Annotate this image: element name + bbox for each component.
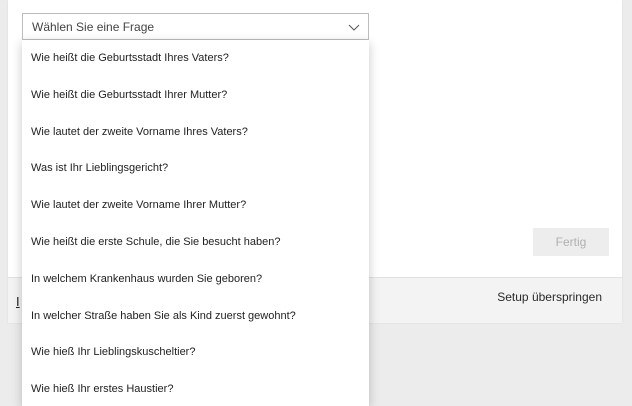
question-option[interactable]: Wie lautet der zweite Vorname Ihrer Mutt… xyxy=(22,187,369,224)
done-button[interactable]: Fertig xyxy=(533,228,609,256)
question-option[interactable]: In welcher Straße haben Sie als Kind zue… xyxy=(22,298,369,335)
question-option[interactable]: Wie hieß Ihr erstes Haustier? xyxy=(22,371,369,406)
question-option[interactable]: Was ist Ihr Lieblingsgericht? xyxy=(22,150,369,187)
select-placeholder: Wählen Sie eine Frage xyxy=(32,20,155,34)
question-option[interactable]: Wie heißt die Geburtsstadt Ihrer Mutter? xyxy=(22,77,369,114)
skip-setup-button[interactable]: Setup überspringen xyxy=(497,290,602,304)
question-option[interactable]: In welchem Krankenhaus wurden Sie gebore… xyxy=(22,261,369,298)
question-option[interactable]: Wie heißt die Geburtsstadt Ihres Vaters? xyxy=(22,40,369,77)
security-question-select[interactable]: Wählen Sie eine Frage xyxy=(22,13,369,40)
question-option[interactable]: Wie lautet der zweite Vorname Ihres Vate… xyxy=(22,114,369,151)
chevron-down-icon xyxy=(347,20,361,34)
question-option[interactable]: Wie heißt die erste Schule, die Sie besu… xyxy=(22,224,369,261)
question-dropdown-list: Wie heißt die Geburtsstadt Ihres Vaters?… xyxy=(22,40,369,406)
question-option[interactable]: Wie hieß Ihr Lieblingskuscheltier? xyxy=(22,334,369,371)
